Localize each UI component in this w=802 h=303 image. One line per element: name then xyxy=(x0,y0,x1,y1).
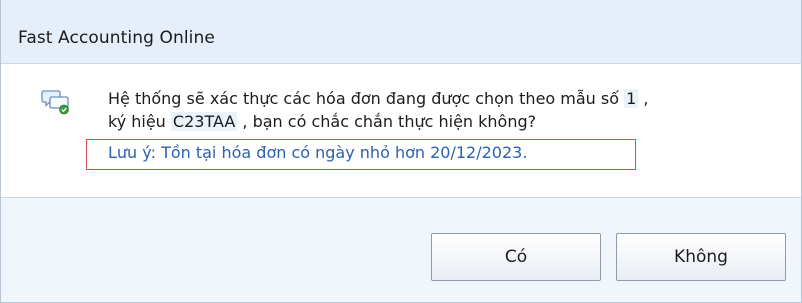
dialog-title: Fast Accounting Online xyxy=(18,28,215,48)
message-line-2: ký hiệu C23TAA , bạn có chắc chắn thực h… xyxy=(108,110,649,133)
form-number-value: 1 xyxy=(624,89,639,108)
dialog-titlebar: Fast Accounting Online xyxy=(1,0,801,64)
message-text: Hệ thống sẽ xác thực các hóa đơn đang đư… xyxy=(108,87,649,133)
message-line-2-suffix: , bạn có chắc chắn thực hiện không? xyxy=(242,112,537,131)
no-button[interactable]: Không xyxy=(616,233,786,281)
message-line-1: Hệ thống sẽ xác thực các hóa đơn đang đư… xyxy=(108,87,649,110)
message-line-1-suffix: , xyxy=(643,89,649,108)
message-bubble-icon xyxy=(41,90,69,115)
dialog-footer: Có Không xyxy=(1,197,801,302)
yes-button[interactable]: Có xyxy=(431,233,601,281)
invoice-symbol-value: C23TAA xyxy=(170,112,238,131)
message-line-1-text: Hệ thống sẽ xác thực các hóa đơn đang đư… xyxy=(108,89,620,108)
message-line-2-text: ký hiệu xyxy=(108,112,166,131)
dialog-content: Hệ thống sẽ xác thực các hóa đơn đang đư… xyxy=(1,64,801,197)
warning-note: Lưu ý: Tồn tại hóa đơn có ngày nhỏ hơn 2… xyxy=(108,143,528,162)
confirm-dialog: Fast Accounting Online Hệ thống sẽ xác t… xyxy=(0,0,802,303)
